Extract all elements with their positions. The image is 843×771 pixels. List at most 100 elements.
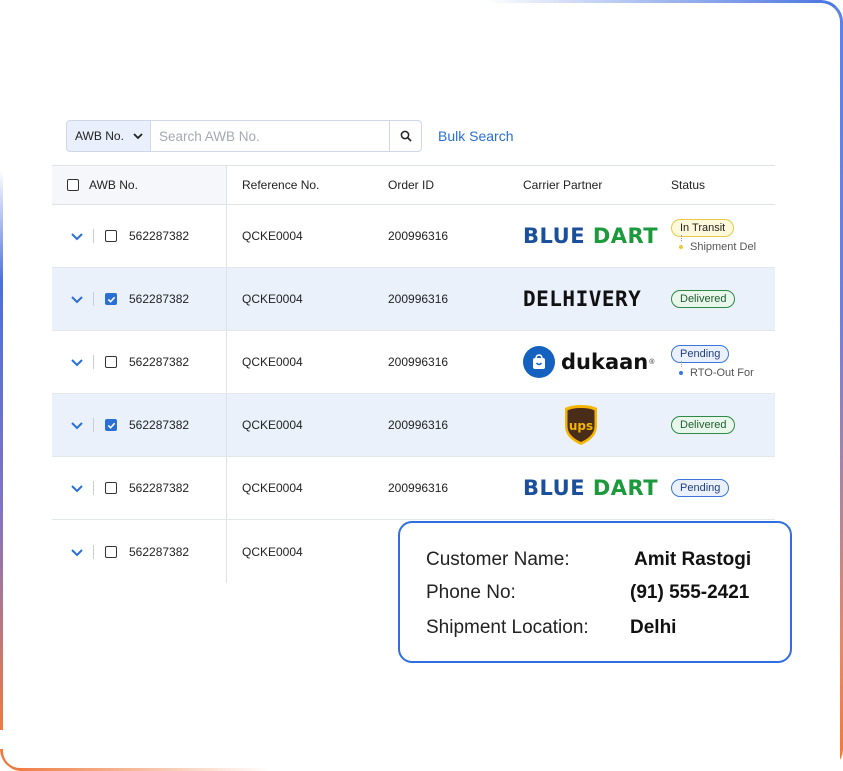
customer-name-label: Customer Name: (426, 549, 570, 570)
customer-name-value: Amit Rastogi (634, 549, 752, 570)
table-row[interactable]: 562287382 QCKE0004 200996316 BLUE DART I… (52, 205, 775, 268)
awb-number: 562287382 (129, 229, 190, 243)
table-row[interactable]: 562287382 QCKE0004 200996316 dukaan ® Pe… (52, 331, 775, 394)
awb-number: 562287382 (129, 544, 190, 559)
search-filter-select[interactable]: AWB No. (66, 120, 150, 152)
check-icon (107, 296, 115, 303)
ups-logo: ups (565, 405, 597, 445)
row-checkbox[interactable] (105, 230, 117, 242)
divider (93, 418, 94, 432)
order-id: 200996316 (388, 481, 449, 495)
search-icon (400, 130, 412, 142)
bulk-search-link[interactable]: Bulk Search (438, 128, 513, 144)
carrier-logo-bluedart: BLUE DART (523, 224, 671, 248)
carrier-logo-ups: ups (523, 404, 671, 446)
shopping-bag-icon (523, 346, 555, 378)
reference-no: QCKE0004 (242, 355, 303, 369)
reference-no: QCKE0004 (242, 544, 303, 559)
sub-status: RTO-Out For (679, 361, 760, 379)
frame-edge-top (483, 0, 823, 3)
carrier-logo-dukaan: dukaan ® (523, 346, 671, 378)
status-cell: Delivered (671, 394, 760, 456)
dukaan-logo: dukaan ® (523, 346, 654, 378)
shipment-location-label: Shipment Location: (426, 617, 589, 638)
expand-row-button[interactable] (70, 229, 84, 243)
awb-number: 562287382 (129, 355, 190, 369)
cell-awb: 562287382 (52, 205, 227, 267)
order-id: 200996316 (388, 418, 449, 432)
expand-row-button[interactable] (70, 481, 84, 495)
header-awb: AWB No. (52, 166, 227, 204)
order-id: 200996316 (388, 229, 449, 243)
check-icon (107, 422, 115, 429)
cell-awb: 562287382 (52, 520, 227, 583)
divider (93, 544, 94, 559)
sub-status-text: RTO-Out For (690, 367, 754, 379)
divider (93, 481, 94, 495)
status-dot (679, 371, 683, 375)
awb-number: 562287382 (129, 481, 190, 495)
cell-awb: 562287382 (52, 394, 227, 456)
row-checkbox[interactable] (105, 482, 117, 494)
row-checkbox[interactable] (105, 356, 117, 368)
bluedart-logo: BLUE DART (523, 224, 659, 248)
sub-status-text: Shipment Del (690, 241, 757, 253)
chevron-down-icon (71, 233, 83, 241)
frame-edge-corner-bottom-left (0, 749, 22, 771)
chevron-down-icon (71, 296, 83, 304)
chevron-down-icon (71, 485, 83, 493)
header-carrier-partner: Carrier Partner (523, 178, 603, 192)
phone-value: (91) 555-2421 (630, 582, 750, 603)
row-checkbox[interactable] (105, 419, 117, 431)
header-status: Status (671, 178, 706, 192)
order-id: 200996316 (388, 355, 449, 369)
cell-awb: 562287382 (52, 331, 227, 393)
table-header: AWB No. Reference No. Order ID Carrier P… (52, 165, 775, 205)
svg-text:ups: ups (569, 419, 593, 433)
row-checkbox[interactable] (105, 545, 117, 558)
status-badge: Delivered (671, 416, 736, 434)
expand-row-button[interactable] (70, 545, 84, 559)
reference-no: QCKE0004 (242, 229, 303, 243)
divider (93, 292, 94, 306)
table-row[interactable]: 562287382 QCKE0004 200996316 DELHIVERY D… (52, 268, 775, 331)
search-filter-label: AWB No. (75, 129, 124, 143)
chevron-down-icon (71, 422, 83, 430)
reference-no: QCKE0004 (242, 481, 303, 495)
select-all-checkbox[interactable] (67, 179, 79, 191)
awb-number: 562287382 (129, 418, 190, 432)
status-badge: Pending (671, 479, 730, 497)
expand-row-button[interactable] (70, 355, 84, 369)
table-row[interactable]: 562287382 QCKE0004 200996316 ups Deliver… (52, 394, 775, 457)
sub-status: Shipment Del (679, 235, 760, 253)
status-cell: Delivered (671, 268, 760, 330)
reference-no: QCKE0004 (242, 418, 303, 432)
status-cell: Pending (671, 457, 760, 519)
search-button[interactable] (390, 120, 422, 152)
chevron-down-icon (71, 548, 83, 556)
search-bar: AWB No. Bulk Search (66, 120, 513, 152)
table-row[interactable]: 562287382 QCKE0004 200996316 BLUE DART P… (52, 457, 775, 520)
bluedart-logo: BLUE DART (523, 476, 659, 500)
search-input[interactable] (150, 120, 390, 152)
cell-awb: 562287382 (52, 268, 227, 330)
chevron-down-icon (71, 359, 83, 367)
phone-label: Phone No: (426, 582, 516, 603)
header-reference: Reference No. (242, 178, 320, 192)
status-dot (679, 245, 683, 249)
status-badge: Delivered (671, 290, 736, 308)
expand-row-button[interactable] (70, 292, 84, 306)
divider (93, 355, 94, 369)
status-cell: Pending RTO-Out For (671, 331, 760, 393)
chevron-down-icon (133, 133, 143, 140)
cell-awb: 562287382 (52, 457, 227, 519)
reference-no: QCKE0004 (242, 292, 303, 306)
divider (93, 229, 94, 243)
expand-row-button[interactable] (70, 418, 84, 432)
status-cell: In Transit Shipment Del (671, 205, 760, 267)
frame-edge-left (0, 170, 3, 730)
delhivery-logo: DELHIVERY (523, 287, 642, 311)
order-id: 200996316 (388, 292, 449, 306)
customer-info-card: Customer Name: Amit Rastogi Phone No: (9… (398, 521, 792, 663)
row-checkbox[interactable] (105, 293, 117, 305)
